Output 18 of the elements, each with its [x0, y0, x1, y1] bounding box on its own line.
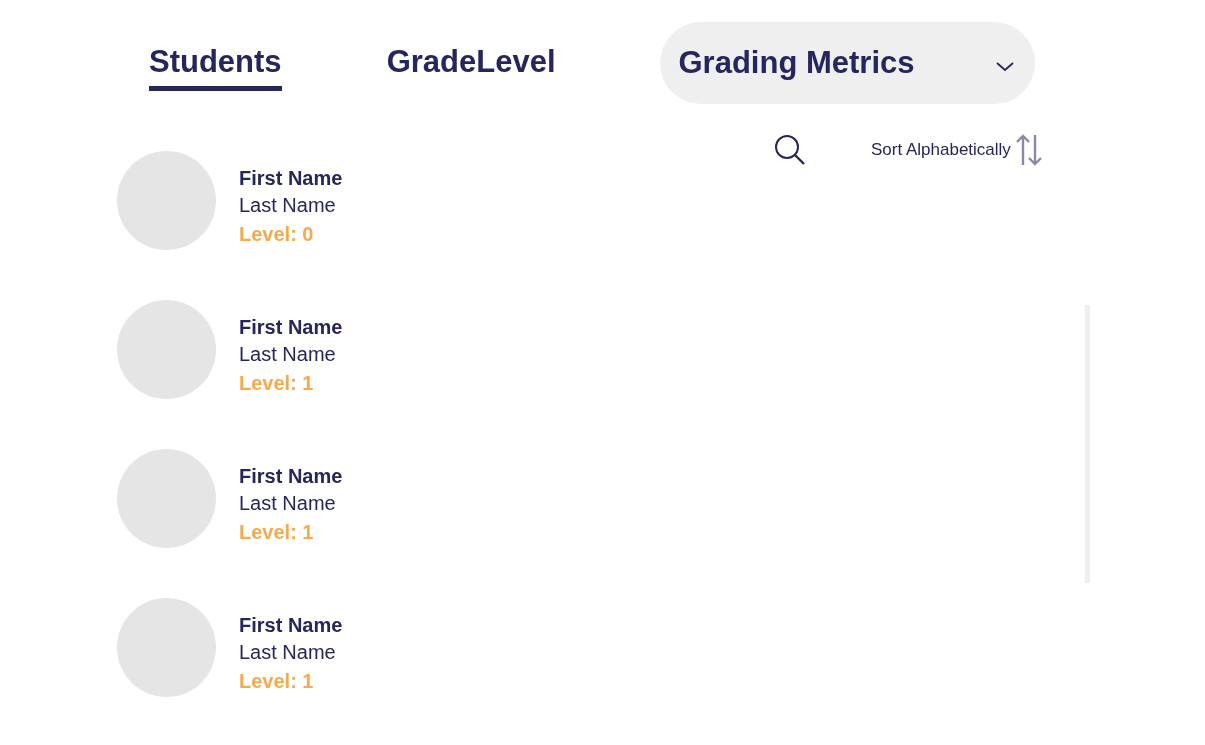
level-label: Level: 1: [239, 520, 315, 545]
sort-icon[interactable]: [1014, 133, 1043, 167]
sort-button[interactable]: Sort Alphabetically: [871, 140, 1011, 160]
tab[interactable]: GradeLevel: [386, 43, 556, 91]
first-name: First Name: [239, 464, 343, 489]
chevron-icon: [994, 60, 1015, 72]
tab[interactable]: Students: [149, 43, 282, 91]
level-label: Level: 1: [239, 371, 315, 396]
grading-metrics-dropdown[interactable]: Grading Metrics: [659, 22, 1035, 104]
level-label: Level: 0: [239, 222, 315, 247]
first-name: First Name: [239, 166, 343, 191]
last-name: Last Name: [239, 491, 337, 516]
last-name: Last Name: [239, 193, 337, 218]
last-name: Last Name: [239, 342, 337, 367]
level-label: Level: 1: [239, 669, 315, 694]
first-name: First Name: [239, 315, 343, 340]
last-name: Last Name: [239, 640, 337, 665]
first-name: First Name: [239, 613, 343, 638]
